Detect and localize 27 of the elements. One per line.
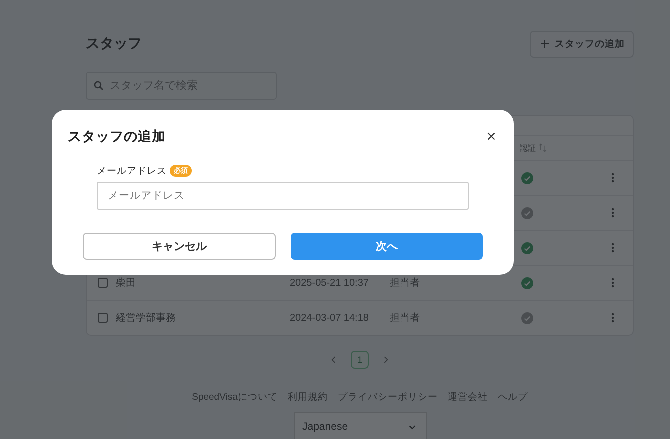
row-checkbox[interactable] <box>98 313 108 323</box>
plus-icon <box>539 38 551 50</box>
search-icon <box>93 80 105 92</box>
email-field[interactable]: メールアドレス <box>97 182 469 210</box>
table-cell-text: 柴田 <box>116 276 137 290</box>
field-label: メールアドレス <box>97 164 167 178</box>
sort-icon[interactable] <box>538 143 548 153</box>
page-title: スタッフ <box>86 35 142 53</box>
footer-link[interactable]: 利用規約 <box>288 391 328 404</box>
close-icon[interactable] <box>485 130 498 143</box>
next-button[interactable]: 次へ <box>290 233 483 260</box>
footer-link[interactable]: 運営会社 <box>448 391 488 404</box>
footer-link[interactable]: SpeedVisaについて <box>192 391 278 404</box>
table-cell-text: 2024-03-07 14:18 <box>290 312 370 324</box>
add-staff-button[interactable]: スタッフの追加 <box>530 30 634 58</box>
table-cell-text: 経営学部事務 <box>116 312 177 325</box>
language-value: Japanese <box>302 421 348 433</box>
table-cell-text: 2025-05-21 10:37 <box>290 278 370 288</box>
dialog-title: スタッフの追加 <box>68 128 166 146</box>
footer-link[interactable]: ヘルプ <box>498 391 528 404</box>
row-checkbox[interactable] <box>98 278 108 288</box>
cancel-button[interactable]: キャンセル <box>83 233 276 260</box>
footer-link[interactable]: プライバシーポリシー <box>338 391 438 404</box>
page-button[interactable]: 1 <box>351 351 369 369</box>
table-cell-text: 担当者 <box>390 312 421 325</box>
language-select[interactable]: Japanese <box>294 412 426 439</box>
table-cell-text: 担当者 <box>390 276 421 290</box>
